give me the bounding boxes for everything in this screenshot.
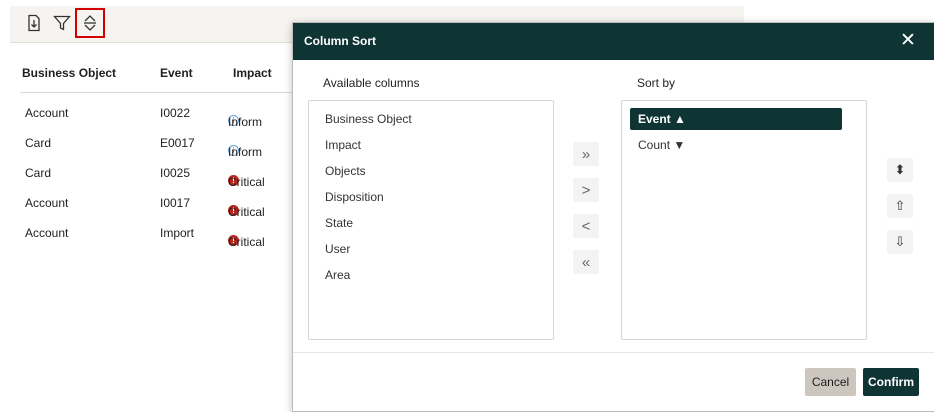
impact-label: Critical	[228, 235, 265, 249]
column-header-business-object[interactable]: Business Object	[22, 66, 116, 80]
toggle-direction-button[interactable]: ⬍	[887, 158, 913, 182]
dialog-title: Column Sort	[304, 34, 376, 48]
sort-item-event[interactable]: Event ▲	[630, 108, 842, 130]
cell-event: I0017	[160, 196, 191, 210]
cell-event: Import	[160, 226, 195, 240]
table-row[interactable]: Card E0017 i Inform	[20, 127, 300, 159]
export-icon[interactable]	[23, 12, 45, 34]
sort-item-count[interactable]: Count ▼	[630, 134, 842, 156]
table-header: Business Object Event Impact	[20, 58, 300, 93]
list-item[interactable]: Objects	[309, 160, 366, 182]
dialog-footer-divider	[293, 352, 934, 353]
list-item[interactable]: Business Object	[309, 108, 412, 130]
cell-event: E0017	[160, 136, 195, 150]
cell-event: I0022	[160, 106, 191, 120]
add-all-button[interactable]: »	[573, 142, 599, 166]
sort-by-label: Sort by	[637, 76, 676, 90]
cell-event: I0025	[160, 166, 191, 180]
confirm-button[interactable]: Confirm	[863, 368, 919, 396]
filter-icon[interactable]	[51, 12, 73, 34]
list-item[interactable]: User	[309, 238, 350, 260]
available-columns-list[interactable]: Business Object Impact Objects Dispositi…	[308, 100, 554, 340]
table-row[interactable]: Account Import ! Critical	[20, 217, 300, 249]
remove-all-button[interactable]: «	[573, 250, 599, 274]
list-item[interactable]: State	[309, 212, 353, 234]
close-icon[interactable]: ✕	[898, 31, 918, 51]
cell-business-object: Card	[25, 166, 52, 180]
list-item[interactable]: Impact	[309, 134, 361, 156]
sort-by-list[interactable]: Event ▲ Count ▼	[621, 100, 867, 340]
column-header-event[interactable]: Event	[160, 66, 193, 80]
cell-business-object: Account	[25, 106, 69, 120]
move-up-button[interactable]: ⇧	[887, 194, 913, 218]
column-sort-dialog: Column Sort ✕ Available columns Sort by …	[292, 22, 934, 412]
column-header-impact[interactable]: Impact	[233, 66, 272, 80]
cancel-button[interactable]: Cancel	[805, 368, 856, 396]
available-columns-label: Available columns	[323, 76, 420, 90]
events-table: Business Object Event Impact Account I00…	[20, 58, 300, 249]
cell-business-object: Card	[25, 136, 52, 150]
table-row[interactable]: Account I0017 ! Critical	[20, 187, 300, 219]
table-row[interactable]: Account I0022 i Inform	[20, 97, 300, 129]
sort-icon[interactable]	[75, 8, 105, 38]
cell-business-object: Account	[25, 196, 69, 210]
list-item[interactable]: Disposition	[309, 186, 384, 208]
table-row[interactable]: Card I0025 ! Critical	[20, 157, 300, 189]
cell-business-object: Account	[25, 226, 69, 240]
dialog-header: Column Sort ✕	[293, 23, 934, 60]
move-down-button[interactable]: ⇩	[887, 230, 913, 254]
add-button[interactable]: >	[573, 178, 599, 202]
remove-button[interactable]: <	[573, 214, 599, 238]
list-item[interactable]: Area	[309, 264, 350, 286]
